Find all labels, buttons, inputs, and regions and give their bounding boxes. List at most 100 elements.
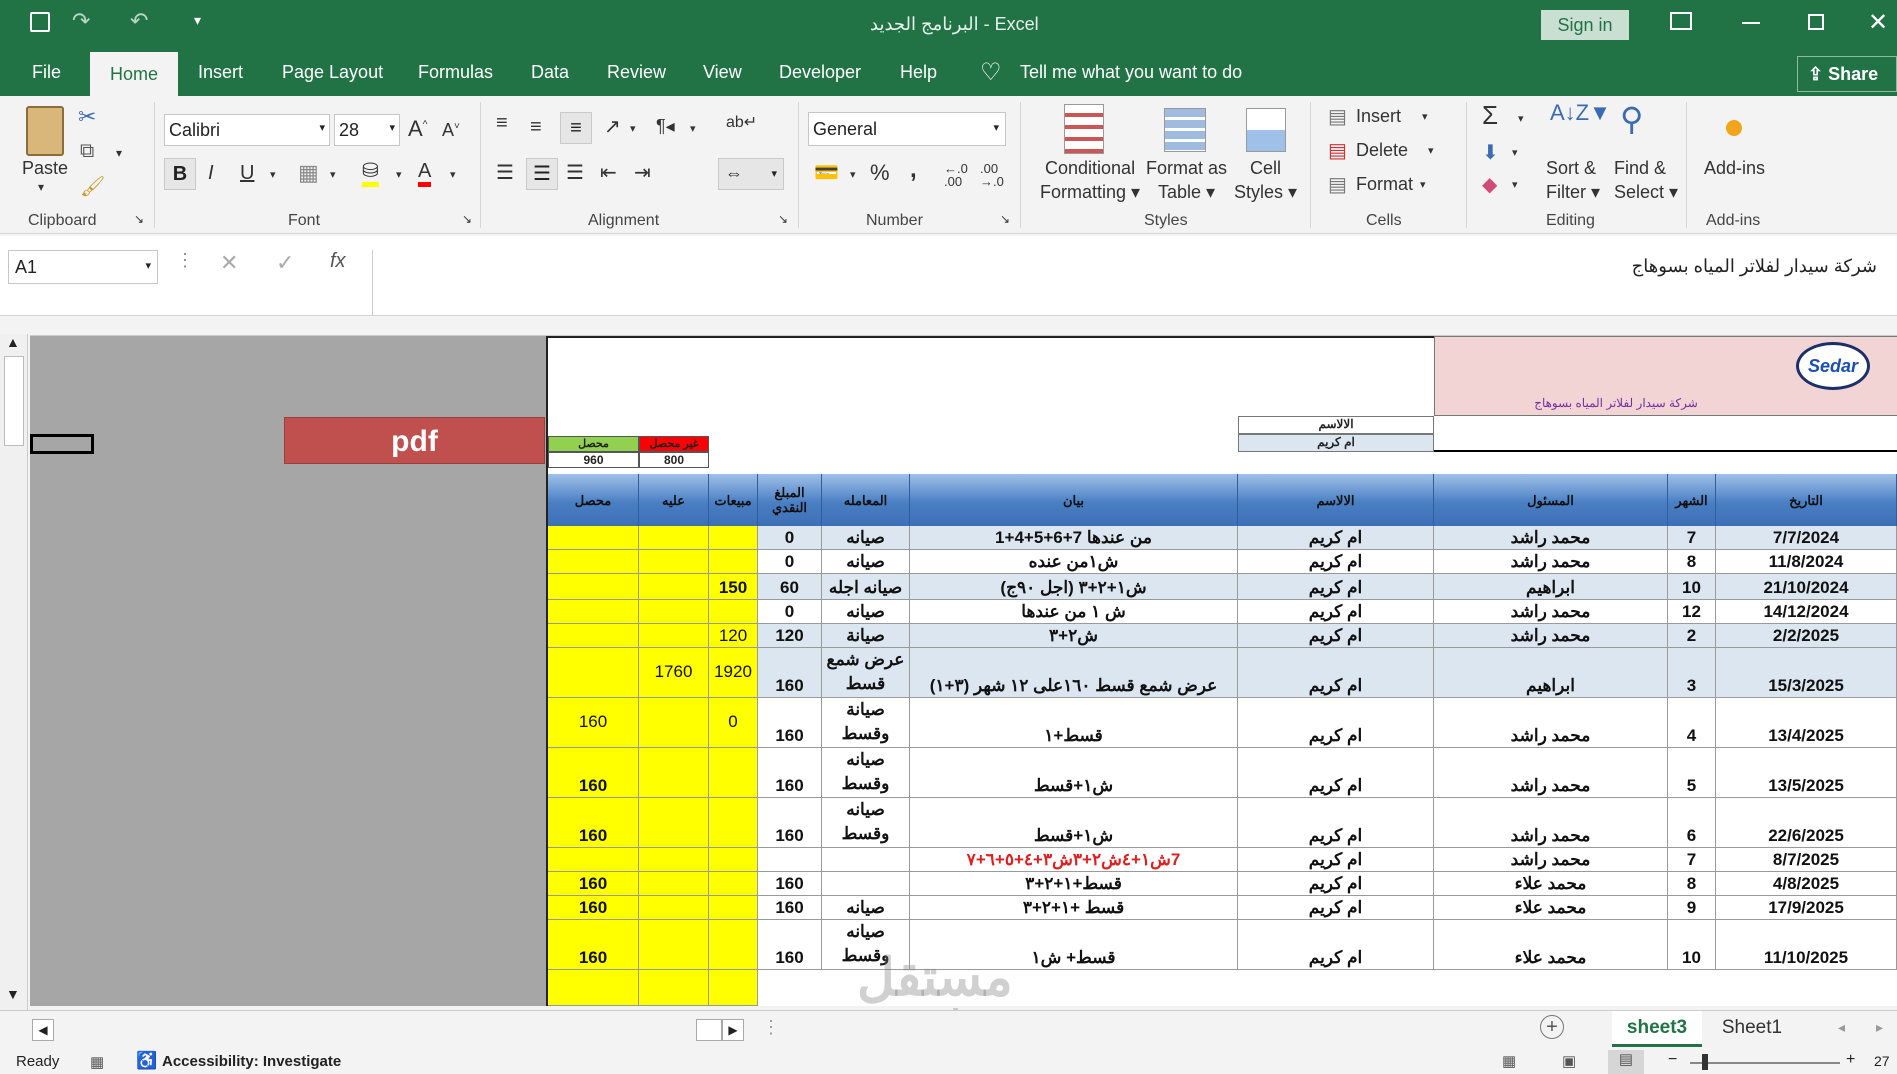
cell-styles-icon[interactable] [1246, 108, 1286, 152]
clear-dropdown-icon[interactable]: ▾ [1512, 178, 1518, 191]
top-align-icon[interactable]: ≡ [496, 112, 508, 135]
table-cell-month[interactable]: 12 [1668, 600, 1716, 624]
decrease-indent-icon[interactable]: ⇤ [600, 160, 617, 185]
table-cell-cash[interactable]: 120 [758, 624, 822, 648]
find-select-button[interactable]: Find & Select ▾ [1614, 156, 1678, 204]
direction-dropdown-icon[interactable]: ▾ [690, 122, 696, 135]
tab-options-icon[interactable]: ⋮ [762, 1017, 780, 1038]
table-cell-desc[interactable]: قسط+١+٢+٣ [910, 872, 1238, 896]
number-launcher-icon[interactable]: ↘ [1000, 212, 1010, 226]
table-cell-month[interactable]: 9 [1668, 896, 1716, 920]
tab-insert[interactable]: Insert [198, 62, 243, 83]
autosum-icon[interactable]: Σ [1482, 100, 1498, 131]
table-cell-col[interactable]: 160 [548, 698, 639, 748]
table-cell-resp[interactable]: محمد راشد [1434, 624, 1668, 648]
increase-font-icon[interactable]: A^ [408, 116, 427, 142]
table-cell-month[interactable]: 2 [1668, 624, 1716, 648]
insert-dropdown-icon[interactable]: ▾ [1422, 110, 1428, 123]
table-cell-sales[interactable]: 1920 [709, 648, 758, 698]
formula-input[interactable]: شركة سيدار لفلاتر المياه بسوهاج [372, 250, 1897, 316]
rtl-direction-icon[interactable]: ¶◂ [656, 116, 675, 137]
table-cell-sales[interactable]: 150 [709, 574, 758, 600]
table-cell-date[interactable]: 4/8/2025 [1716, 872, 1897, 896]
merge-center-button[interactable]: ⇔ ▾ [718, 158, 784, 190]
close-icon[interactable]: ✕ [1868, 8, 1888, 37]
table-cell-trans[interactable]: عرض شمع قسط [822, 648, 910, 698]
cut-icon[interactable]: ✂ [78, 104, 96, 130]
table-cell-desc[interactable]: قسط +١+٢+٣ [910, 896, 1238, 920]
align-center-button[interactable]: ☰ [526, 158, 558, 190]
table-cell-sales[interactable] [709, 848, 758, 872]
table-cell-cash[interactable]: 0 [758, 600, 822, 624]
table-cell-due[interactable] [639, 748, 709, 798]
share-button[interactable]: ⇪ Share [1797, 56, 1897, 92]
table-cell-month[interactable]: 10 [1668, 920, 1716, 970]
table-cell-resp[interactable]: محمد راشد [1434, 748, 1668, 798]
table-cell-date[interactable]: 2/2/2025 [1716, 624, 1897, 648]
hscroll-right-icon[interactable]: ▶ [722, 1019, 744, 1041]
table-cell-date[interactable]: 15/3/2025 [1716, 648, 1897, 698]
new-sheet-icon[interactable]: + [1540, 1015, 1564, 1039]
table-cell-due[interactable] [639, 896, 709, 920]
zoom-out-icon[interactable]: − [1668, 1051, 1677, 1069]
table-cell-trans[interactable]: صيانه اجله [822, 574, 910, 600]
decrease-decimal-icon[interactable]: .00 →.0 [980, 162, 1004, 188]
table-cell-desc[interactable]: ش١+قسط [910, 798, 1238, 848]
table-cell-col[interactable]: 160 [548, 920, 639, 970]
zoom-in-icon[interactable]: + [1846, 1051, 1855, 1069]
table-cell-month[interactable]: 8 [1668, 550, 1716, 574]
tab-prev-icon[interactable]: ◂ [1838, 1019, 1845, 1036]
delete-cells-icon[interactable]: ▤ [1328, 138, 1347, 163]
table-cell-due[interactable] [639, 550, 709, 574]
cell-styles-button[interactable]: Cell Styles ▾ [1234, 156, 1297, 204]
table-cell-desc[interactable]: 7ش١+٤ش٢+٣ش٣+٤+٥+٦+٧ [910, 848, 1238, 872]
customize-qat-icon[interactable]: ▾ [194, 12, 201, 29]
table-cell-month[interactable]: 10 [1668, 574, 1716, 600]
tab-home[interactable]: Home [90, 52, 178, 96]
increase-indent-icon[interactable]: ⇥ [634, 160, 651, 185]
table-cell-month[interactable]: 4 [1668, 698, 1716, 748]
tab-scroll-left-icon[interactable]: ◀ [32, 1019, 54, 1041]
italic-button[interactable]: I [208, 162, 214, 185]
vertical-scrollbar[interactable]: ▲ ▼ [0, 334, 28, 1010]
insert-function-icon[interactable]: fx [330, 250, 346, 273]
table-cell-name[interactable]: ام كريم [1238, 848, 1434, 872]
table-cell-desc[interactable]: ش١+قسط [910, 748, 1238, 798]
table-cell-desc[interactable]: ش١+٢+٣ (اجل ٩٠ج) [910, 574, 1238, 600]
table-cell-date[interactable]: 8/7/2025 [1716, 848, 1897, 872]
table-cell-resp[interactable]: محمد علاء [1434, 920, 1668, 970]
table-cell-name[interactable]: ام كريم [1238, 648, 1434, 698]
fill-color-dropdown-icon[interactable]: ▾ [396, 168, 402, 181]
table-cell-name[interactable]: ام كريم [1238, 624, 1434, 648]
autosum-dropdown-icon[interactable]: ▾ [1518, 112, 1524, 125]
table-cell-due[interactable] [639, 698, 709, 748]
format-cells-icon[interactable]: ▤ [1328, 172, 1347, 197]
insert-cells-button[interactable]: Insert [1356, 106, 1401, 127]
table-cell-cash[interactable]: 60 [758, 574, 822, 600]
table-cell-trans[interactable]: صيانه وقسط [822, 920, 910, 970]
table-cell-col[interactable] [548, 648, 639, 698]
tab-developer[interactable]: Developer [779, 62, 861, 83]
table-cell-empty[interactable] [548, 970, 639, 1006]
name-box[interactable]: A1 ▾ [8, 250, 158, 284]
table-cell-resp[interactable]: محمد راشد [1434, 550, 1668, 574]
table-cell-trans[interactable]: صيانه وقسط [822, 748, 910, 798]
sort-filter-icon[interactable]: A↓Z▼ [1550, 100, 1611, 126]
accounting-dropdown-icon[interactable]: ▾ [850, 168, 856, 181]
tab-page-layout[interactable]: Page Layout [282, 62, 383, 83]
table-cell-due[interactable] [639, 798, 709, 848]
conditional-formatting-button[interactable]: Conditional Formatting ▾ [1040, 156, 1140, 204]
table-cell-date[interactable]: 7/7/2024 [1716, 526, 1897, 550]
table-cell-cash[interactable]: 160 [758, 698, 822, 748]
font-launcher-icon[interactable]: ↘ [462, 212, 472, 226]
sign-in-button[interactable]: Sign in [1541, 10, 1629, 40]
tab-next-icon[interactable]: ▸ [1876, 1019, 1883, 1036]
table-cell-trans[interactable]: صيانة وقسط [822, 698, 910, 748]
increase-decimal-icon[interactable]: ←.0.00 [944, 162, 968, 188]
table-cell-due[interactable] [639, 574, 709, 600]
table-cell-trans[interactable] [822, 848, 910, 872]
undo-icon[interactable]: ↶ [130, 8, 148, 34]
table-cell-col[interactable] [548, 526, 639, 550]
conditional-formatting-icon[interactable] [1064, 104, 1104, 154]
paste-button[interactable]: Paste [22, 158, 68, 179]
